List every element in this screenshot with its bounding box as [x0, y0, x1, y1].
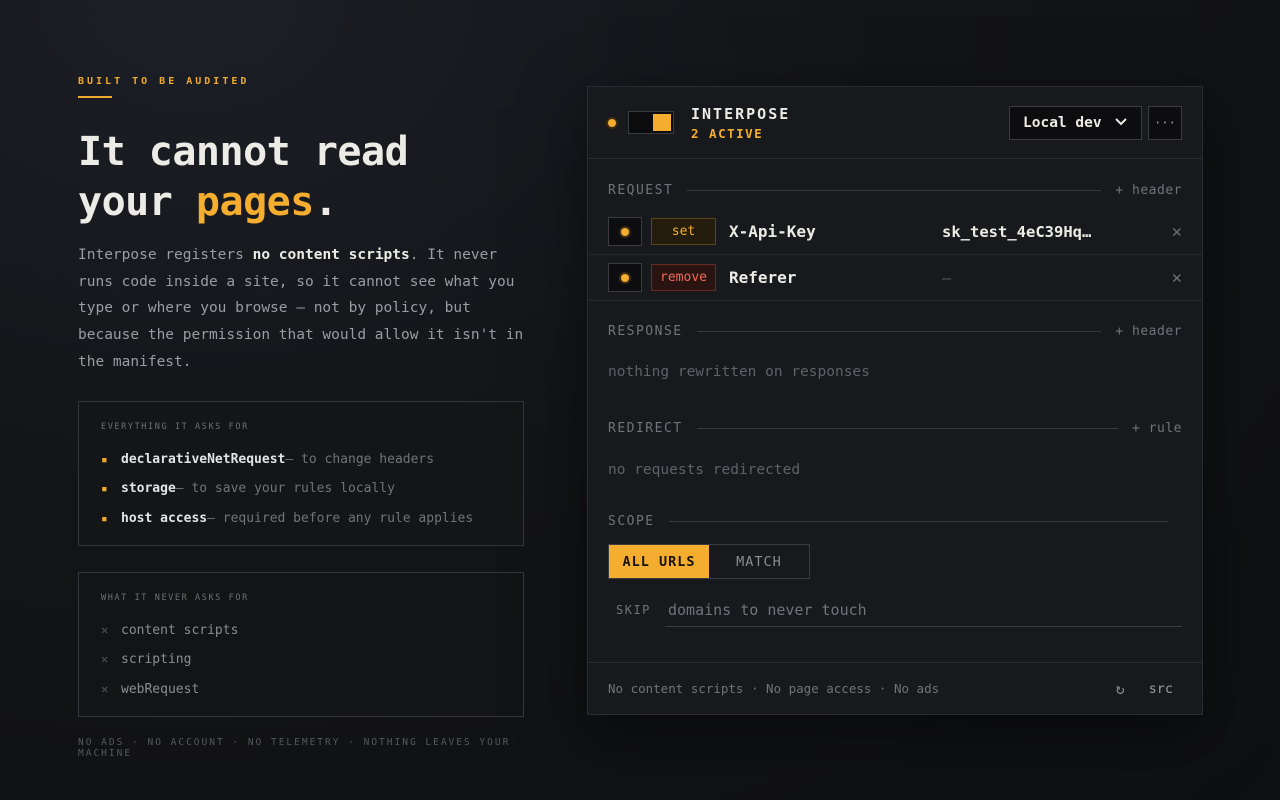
- permission-desc: — to change headers: [285, 451, 435, 467]
- list-item: ▪ host access — required before any rule …: [101, 504, 501, 534]
- box-title: EVERYTHING IT ASKS FOR: [101, 421, 249, 432]
- bullet-icon: ▪: [101, 482, 108, 496]
- toggle-knob: [653, 114, 671, 131]
- headline-line-2: your: [78, 179, 196, 225]
- lede-paragraph: Interpose registers no content scripts. …: [78, 242, 528, 376]
- chevron-down-icon: [1114, 115, 1128, 131]
- popup-header: INTERPOSE 2 ACTIVE Local dev ···: [588, 87, 1202, 159]
- enabled-dot-icon: [621, 273, 629, 282]
- op-badge[interactable]: remove: [651, 264, 716, 291]
- popup-footer: No content scripts · No page access · No…: [588, 662, 1202, 714]
- add-response-header-button[interactable]: + header: [1115, 324, 1182, 339]
- skip-label: SKIP: [616, 603, 651, 617]
- refresh-icon[interactable]: ↻: [1116, 680, 1125, 698]
- x-icon: ✕: [101, 681, 109, 696]
- divider: [696, 428, 1119, 429]
- permission-name: content scripts: [121, 622, 239, 638]
- header-name[interactable]: X-Api-Key: [729, 222, 929, 241]
- list-item: ▪ storage — to save your rules locally: [101, 474, 501, 504]
- footer-note: No content scripts · No page access · No…: [608, 681, 940, 696]
- skip-domains-input[interactable]: [665, 593, 1182, 627]
- active-count: 2 ACTIVE: [691, 125, 764, 141]
- scope-tabs: ALL URLS MATCH: [608, 544, 810, 579]
- footer-note: NO ADS · NO ACCOUNT · NO TELEMETRY · NOT…: [78, 736, 511, 759]
- environment-value: Local dev: [1023, 115, 1102, 131]
- permission-desc: — required before any rule applies: [207, 510, 474, 526]
- section-label: RESPONSE: [608, 324, 683, 339]
- page-title: It cannot read your pages.: [78, 127, 528, 227]
- status-dot-icon: [608, 118, 616, 127]
- list-item: ✕ webRequest: [101, 675, 501, 705]
- bullet-icon: ▪: [101, 511, 108, 525]
- header-name[interactable]: Referer: [729, 268, 929, 287]
- lede-text-1: Interpose registers: [78, 247, 253, 263]
- box-title: WHAT IT NEVER ASKS FOR: [101, 592, 249, 603]
- header-value[interactable]: sk_test_4eC39Hq…: [942, 223, 1117, 241]
- lede-bold: no content scripts: [252, 247, 410, 263]
- source-link[interactable]: src: [1149, 681, 1173, 697]
- add-redirect-rule-button[interactable]: + rule: [1132, 421, 1182, 436]
- response-section-header: RESPONSE + header: [588, 324, 1202, 339]
- redirect-section-header: REDIRECT + rule: [588, 421, 1202, 436]
- permission-name: storage: [121, 481, 176, 497]
- environment-select[interactable]: Local dev: [1009, 106, 1142, 140]
- rule-enable-checkbox[interactable]: [608, 217, 642, 246]
- divider: [696, 331, 1102, 332]
- permission-name: host access: [121, 510, 208, 526]
- permissions-asked-box: EVERYTHING IT ASKS FOR ▪ declarativeNetRe…: [78, 400, 524, 546]
- tab-match[interactable]: MATCH: [709, 545, 809, 578]
- x-icon: ✕: [101, 622, 109, 637]
- divider: [687, 190, 1102, 191]
- headline-period: .: [313, 179, 338, 225]
- table-row: remove Referer — ✕: [588, 255, 1202, 301]
- hero-section: BUILT TO BE AUDITED It cannot read your …: [78, 76, 528, 759]
- enabled-dot-icon: [621, 227, 629, 236]
- permission-name: scripting: [121, 652, 192, 668]
- section-label: REQUEST: [608, 183, 674, 198]
- permissions-never-box: WHAT IT NEVER ASKS FOR ✕ content scripts …: [78, 571, 524, 717]
- section-label: SCOPE: [608, 514, 655, 529]
- x-icon: ✕: [101, 652, 109, 667]
- add-request-header-button[interactable]: + header: [1115, 183, 1182, 198]
- brand-name: INTERPOSE: [691, 104, 791, 123]
- request-section-header: REQUEST + header: [588, 183, 1202, 198]
- section-label: REDIRECT: [608, 421, 683, 436]
- op-badge[interactable]: set: [651, 218, 716, 245]
- lede-text-2: . It never runs code inside a site, so i…: [78, 247, 524, 370]
- redirect-empty: no requests redirected: [608, 462, 801, 478]
- table-row: set X-Api-Key sk_test_4eC39Hq… ✕: [588, 209, 1202, 255]
- tab-all-urls[interactable]: ALL URLS: [609, 545, 709, 578]
- response-empty: nothing rewritten on responses: [608, 364, 870, 380]
- permission-name: declarativeNetRequest: [121, 451, 286, 467]
- list-item: ✕ content scripts: [101, 616, 501, 646]
- skip-row: SKIP: [608, 593, 1182, 627]
- eyebrow: BUILT TO BE AUDITED: [78, 76, 250, 87]
- eyebrow-divider: [78, 96, 112, 98]
- more-button[interactable]: ···: [1148, 106, 1182, 140]
- list-item: ✕ scripting: [101, 645, 501, 675]
- rule-enable-checkbox[interactable]: [608, 263, 642, 292]
- master-toggle[interactable]: [628, 111, 674, 134]
- headline-accent: pages: [195, 179, 314, 225]
- close-icon[interactable]: ✕: [1172, 268, 1182, 288]
- headline-line-1: It cannot read: [78, 129, 409, 175]
- permission-desc: — to save your rules locally: [175, 481, 395, 497]
- divider: [668, 521, 1168, 522]
- brand: INTERPOSE 2 ACTIVE: [691, 105, 790, 141]
- list-item: ▪ declarativeNetRequest — to change heade…: [101, 445, 501, 475]
- scope-section-header: SCOPE: [588, 514, 1202, 529]
- bullet-icon: ▪: [101, 452, 108, 466]
- permission-name: webRequest: [121, 681, 200, 697]
- header-value[interactable]: —: [942, 269, 1117, 287]
- extension-popup: INTERPOSE 2 ACTIVE Local dev ··· REQUEST…: [587, 86, 1203, 715]
- close-icon[interactable]: ✕: [1172, 222, 1182, 242]
